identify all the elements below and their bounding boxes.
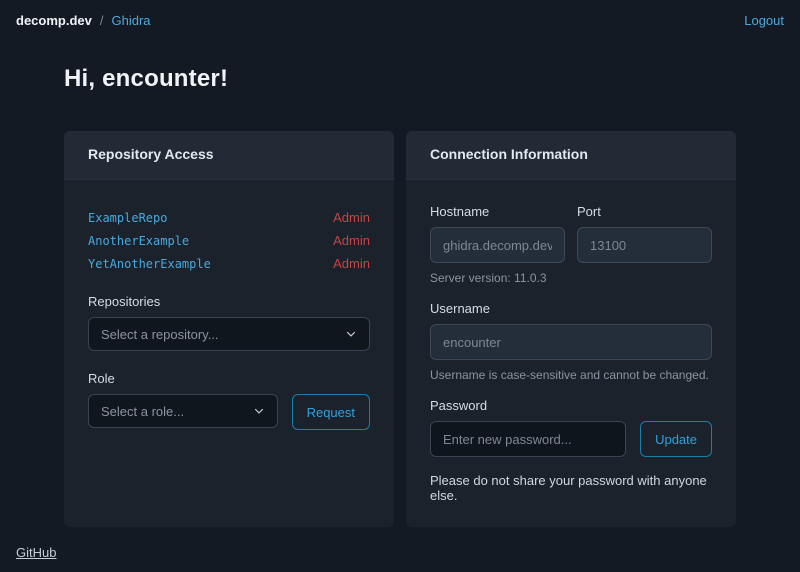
port-label: Port <box>577 204 712 219</box>
repository-list: ExampleRepo Admin AnotherExample Admin Y… <box>88 210 370 272</box>
connection-information-body: Hostname Port Server version: 11.0.3 Use… <box>406 180 736 527</box>
repository-access-header: Repository Access <box>64 131 394 180</box>
repository-access-body: ExampleRepo Admin AnotherExample Admin Y… <box>64 180 394 527</box>
repository-access-title: Repository Access <box>88 146 214 162</box>
breadcrumb-project-link[interactable]: Ghidra <box>111 13 150 28</box>
breadcrumb: decomp.dev / Ghidra <box>16 13 151 28</box>
hostname-field <box>430 227 565 263</box>
table-row: AnotherExample Admin <box>88 233 370 249</box>
host-port-row: Hostname Port <box>430 204 712 263</box>
connection-information-card: Connection Information Hostname Port Ser… <box>406 131 736 527</box>
role-label: Role <box>88 371 370 386</box>
repository-role-badge: Admin <box>333 256 370 272</box>
repository-select-value: Select a repository... <box>101 327 219 342</box>
role-select-value: Select a role... <box>101 404 184 419</box>
repository-role-badge: Admin <box>333 233 370 249</box>
role-row: Select a role... Request <box>88 394 370 430</box>
role-select[interactable]: Select a role... <box>88 394 278 428</box>
port-field <box>577 227 712 263</box>
username-hint: Username is case-sensitive and cannot be… <box>430 368 712 382</box>
github-link[interactable]: GitHub <box>16 545 56 560</box>
repository-link[interactable]: AnotherExample <box>88 233 189 249</box>
password-note: Please do not share your password with a… <box>430 473 712 503</box>
breadcrumb-separator: / <box>100 13 104 28</box>
chevron-down-icon <box>253 405 265 417</box>
logout-link[interactable]: Logout <box>744 13 784 28</box>
password-field[interactable] <box>430 421 626 457</box>
repository-access-card: Repository Access ExampleRepo Admin Anot… <box>64 131 394 527</box>
hostname-group: Hostname <box>430 204 565 263</box>
table-row: YetAnotherExample Admin <box>88 256 370 272</box>
username-field <box>430 324 712 360</box>
page-footer: GitHub <box>16 545 56 560</box>
port-group: Port <box>577 204 712 263</box>
table-row: ExampleRepo Admin <box>88 210 370 226</box>
repositories-label: Repositories <box>88 294 370 309</box>
connection-information-header: Connection Information <box>406 131 736 180</box>
password-label: Password <box>430 398 712 413</box>
top-bar: decomp.dev / Ghidra Logout <box>0 0 800 28</box>
password-row: Update <box>430 421 712 457</box>
brand-link[interactable]: decomp.dev <box>16 13 92 28</box>
hostname-label: Hostname <box>430 204 565 219</box>
repository-select[interactable]: Select a repository... <box>88 317 370 351</box>
update-button[interactable]: Update <box>640 421 712 457</box>
request-button[interactable]: Request <box>292 394 370 430</box>
page-title: Hi, encounter! <box>64 65 736 93</box>
repository-link[interactable]: ExampleRepo <box>88 210 167 226</box>
connection-information-title: Connection Information <box>430 146 588 162</box>
server-version-text: Server version: 11.0.3 <box>430 271 712 285</box>
username-label: Username <box>430 301 712 316</box>
chevron-down-icon <box>345 328 357 340</box>
repository-link[interactable]: YetAnotherExample <box>88 256 211 272</box>
cards-container: Repository Access ExampleRepo Admin Anot… <box>64 131 736 527</box>
repository-role-badge: Admin <box>333 210 370 226</box>
